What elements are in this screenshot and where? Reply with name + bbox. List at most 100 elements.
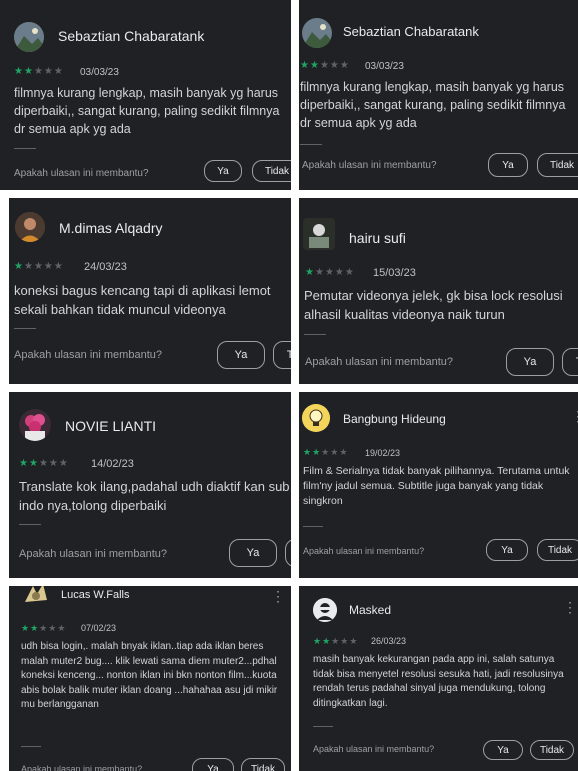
helpful-yes-button[interactable]: Ya — [229, 539, 277, 567]
review-text: Film & Serialnya tidak banyak pilihannya… — [303, 465, 570, 508]
divider — [303, 526, 323, 527]
reviewer-name: hairu sufi — [349, 230, 406, 246]
star-filled-icon: ★ — [305, 267, 315, 278]
more-options-icon[interactable]: ⋮ — [271, 588, 285, 605]
helpful-no-button[interactable]: Tidak — [252, 160, 291, 182]
review-card: hairu sufi ★★★★★ 15/03/23 Pemutar videon… — [299, 198, 578, 384]
review-text: filmnya kurang lengkap, masih banyak yg … — [14, 86, 280, 137]
star-empty-icon: ★ — [53, 261, 64, 272]
lightbulb-avatar-icon — [302, 404, 330, 432]
star-empty-icon: ★ — [57, 623, 67, 633]
review-date: 26/03/23 — [371, 636, 407, 646]
star-rating: ★★★★★ — [14, 261, 64, 272]
star-filled-icon: ★ — [30, 623, 40, 633]
helpful-yes-button[interactable]: Ya — [486, 539, 528, 561]
review-card: Lucas W.Falls ⋮ ★★★★★ 07/02/23 udh bisa … — [9, 586, 291, 771]
star-filled-icon: ★ — [23, 66, 34, 77]
review-card: M.dimas Alqadry ★★★★★ 24/03/23 koneksi b… — [9, 198, 291, 384]
star-filled-icon: ★ — [303, 447, 313, 457]
helpful-yes-button[interactable]: Ya — [483, 740, 523, 760]
helpful-no-button[interactable]: Tidak — [273, 341, 291, 369]
more-options-icon[interactable]: ⋮ — [563, 599, 577, 616]
star-filled-icon: ★ — [21, 623, 31, 633]
star-empty-icon: ★ — [48, 458, 59, 469]
helpful-question: Apakah ulasan ini membantu? — [21, 764, 143, 771]
review-date: 14/02/23 — [91, 458, 134, 470]
photo-avatar-icon — [303, 218, 335, 250]
review-text: masih banyak kekurangan pada app ini, sa… — [313, 654, 564, 709]
star-filled-icon: ★ — [312, 447, 322, 457]
star-empty-icon: ★ — [334, 267, 345, 278]
helpful-yes-button[interactable]: Ya — [192, 758, 234, 771]
star-rating: ★★★★★ — [19, 458, 69, 469]
star-rating: ★★★★★ — [14, 66, 64, 77]
helpful-question: Apakah ulasan ini membantu? — [313, 744, 435, 754]
helpful-yes-button[interactable]: Ya — [204, 160, 242, 182]
divider — [300, 144, 322, 145]
review-text: filmnya kurang lengkap, masih banyak yg … — [300, 80, 566, 131]
more-options-icon[interactable]: ⋮ — [571, 408, 578, 425]
helpful-question: Apakah ulasan ini membantu? — [14, 168, 149, 179]
review-card: Masked ⋮ ★★★★★ 26/03/23 masih banyak kek… — [299, 586, 578, 771]
star-filled-icon: ★ — [14, 66, 24, 77]
reviewer-name: Sebaztian Chabaratank — [58, 28, 205, 44]
star-empty-icon: ★ — [340, 636, 350, 646]
helpful-no-button[interactable]: Tidak — [285, 539, 291, 567]
helpful-no-button[interactable]: Tidak — [537, 539, 578, 561]
review-date: 15/03/23 — [373, 267, 416, 279]
divider — [304, 334, 326, 335]
star-empty-icon: ★ — [33, 261, 44, 272]
review-card: NOVIE LIANTI ★★★★★ 14/02/23 Translate ko… — [9, 392, 291, 578]
divider — [14, 148, 36, 149]
star-empty-icon: ★ — [38, 458, 49, 469]
reviewer-name: M.dimas Alqadry — [59, 220, 163, 236]
star-empty-icon: ★ — [330, 447, 340, 457]
star-rating: ★★★★★ — [305, 267, 355, 278]
helpful-question: Apakah ulasan ini membantu? — [14, 349, 162, 361]
reviewer-name: NOVIE LIANTI — [65, 418, 157, 434]
star-empty-icon: ★ — [53, 66, 64, 77]
reviewer-name: Bangbung Hideung — [343, 412, 446, 426]
divider — [19, 524, 41, 525]
star-empty-icon: ★ — [48, 623, 58, 633]
helpful-yes-button[interactable]: Ya — [217, 341, 265, 369]
star-empty-icon: ★ — [58, 458, 69, 469]
star-filled-icon: ★ — [19, 458, 29, 469]
character-avatar-icon — [21, 586, 51, 608]
star-empty-icon: ★ — [321, 447, 331, 457]
helpful-question: Apakah ulasan ini membantu? — [302, 160, 437, 171]
star-empty-icon: ★ — [344, 267, 355, 278]
star-rating: ★★★★★ — [300, 60, 350, 71]
review-date: 03/03/23 — [365, 61, 404, 72]
review-card: Sebaztian Chabaratank ★★★★★ 03/03/23 fil… — [0, 0, 291, 190]
helpful-yes-button[interactable]: Ya — [506, 348, 554, 376]
star-empty-icon: ★ — [324, 267, 335, 278]
review-card: Bangbung Hideung ⋮ ★★★★★ 19/02/23 Film &… — [299, 392, 578, 578]
helpful-no-button[interactable]: Tidak — [530, 740, 574, 760]
divider — [14, 328, 36, 329]
star-empty-icon: ★ — [39, 623, 49, 633]
star-empty-icon: ★ — [43, 66, 54, 77]
helpful-question: Apakah ulasan ini membantu? — [303, 546, 425, 556]
star-empty-icon: ★ — [23, 261, 34, 272]
reviewer-name: Lucas W.Falls — [61, 589, 130, 601]
star-filled-icon: ★ — [14, 261, 24, 272]
star-rating: ★★★★★ — [303, 447, 348, 458]
helpful-yes-button[interactable]: Ya — [488, 153, 528, 177]
star-empty-icon: ★ — [349, 636, 359, 646]
star-empty-icon: ★ — [33, 66, 44, 77]
masked-avatar-icon — [313, 598, 337, 622]
review-text: Translate kok ilang,padahal udh diaktif … — [19, 479, 290, 513]
landscape-avatar-icon — [14, 22, 44, 52]
divider — [21, 746, 41, 747]
helpful-no-button[interactable]: Tidak — [241, 758, 285, 771]
star-empty-icon: ★ — [43, 261, 54, 272]
landscape-avatar-icon — [302, 18, 332, 48]
helpful-no-button[interactable]: Tidak — [562, 348, 578, 376]
star-empty-icon: ★ — [339, 447, 349, 457]
reviewer-name: Sebaztian Chabaratank — [343, 24, 479, 39]
helpful-no-button[interactable]: Tidak — [537, 153, 578, 177]
review-text: Pemutar videonya jelek, gk bisa lock res… — [304, 288, 563, 322]
review-card: Sebaztian Chabaratank ★★★★★ 03/03/23 fil… — [299, 0, 578, 190]
review-text: koneksi bagus kencang tapi di aplikasi l… — [14, 283, 271, 317]
